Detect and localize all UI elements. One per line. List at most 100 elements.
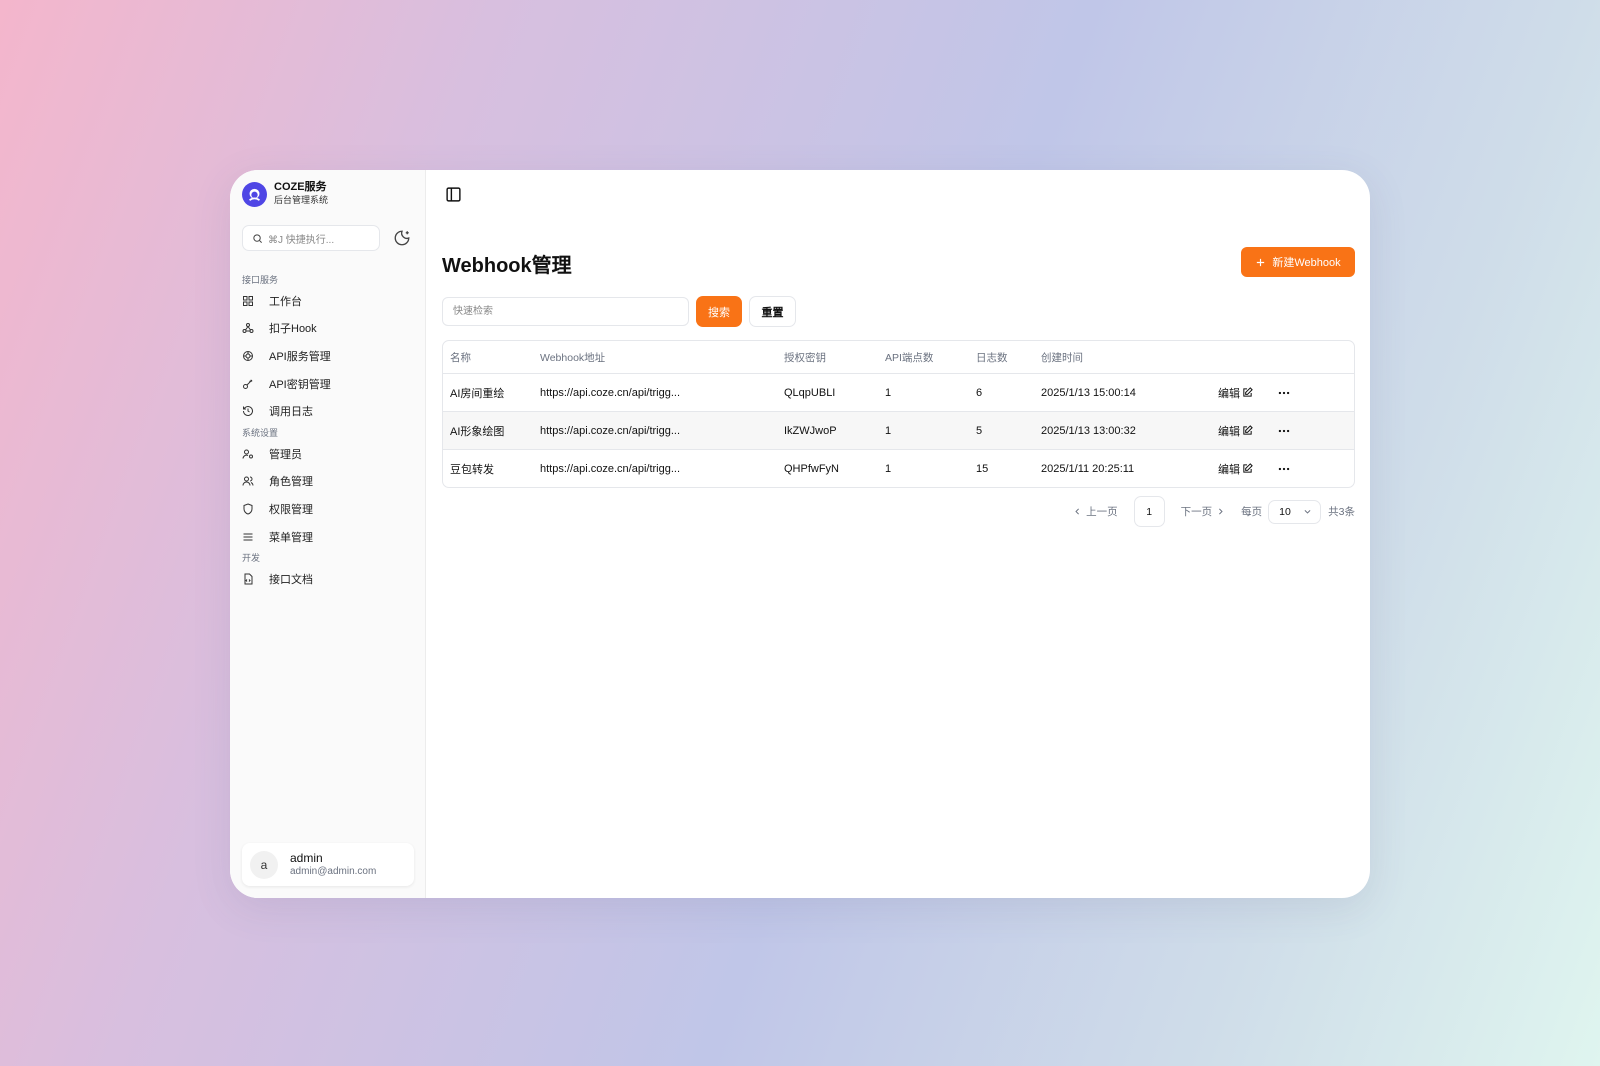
sidebar-item-label: API服务管理 [269, 350, 331, 363]
column-header-logs: 日志数 [976, 351, 1008, 364]
page-title: Webhook管理 [442, 255, 572, 277]
table-header-row: 名称 Webhook地址 授权密钥 API端点数 日志数 创建时间 [443, 341, 1354, 373]
quick-filter-input[interactable] [442, 297, 689, 326]
column-header-url: Webhook地址 [540, 351, 606, 364]
edit-label: 编辑 [1218, 387, 1240, 400]
main-content: Webhook管理 新建Webhook 搜索 重置 名称 Webhook地址 授… [426, 170, 1370, 898]
search-button[interactable]: 搜索 [696, 296, 742, 327]
brand-subtitle: 后台管理系统 [274, 195, 329, 205]
total-count: 共3条 [1328, 506, 1355, 518]
new-webhook-button[interactable]: 新建Webhook [1241, 247, 1355, 277]
dashboard-icon [242, 295, 254, 307]
sidebar-item-permissions[interactable]: 权限管理 [242, 495, 413, 523]
cell-name: AI形象绘图 [450, 425, 505, 438]
user-email: admin@admin.com [290, 865, 377, 877]
filter-bar: 搜索 重置 [442, 296, 796, 327]
sidebar-item-webhook[interactable]: 扣子Hook [242, 315, 413, 343]
sidebar-item-label: 扣子Hook [269, 323, 317, 336]
shield-icon [242, 503, 254, 515]
sidebar-item-roles[interactable]: 角色管理 [242, 468, 413, 496]
menu-icon [242, 531, 254, 543]
webhook-icon [242, 322, 254, 334]
page-size-select[interactable]: 10 [1268, 499, 1322, 524]
more-button[interactable] [1277, 426, 1317, 436]
edit-button[interactable]: 编辑 [1218, 423, 1277, 439]
sidebar-item-api-services[interactable]: API服务管理 [242, 342, 413, 370]
sidebar-item-label: 接口文档 [269, 574, 313, 587]
sidebar-item-label: 工作台 [269, 295, 302, 308]
nav-group-label: 接口服务 [242, 275, 279, 285]
theme-toggle-button[interactable] [392, 228, 412, 248]
cell-url: https://api.coze.cn/api/trigg... [540, 462, 681, 475]
sidebar-item-api-keys[interactable]: API密钥管理 [242, 370, 413, 398]
cell-name: 豆包转发 [450, 463, 494, 476]
chevron-down-icon [1304, 510, 1311, 514]
column-header-key: 授权密钥 [784, 351, 826, 364]
panel-left-icon [445, 186, 461, 202]
pagination: 上一页 1 下一页 每页 10 共3条 [1073, 496, 1355, 527]
more-button[interactable] [1277, 388, 1317, 398]
sidebar-item-dashboard[interactable]: 工作台 [242, 287, 413, 315]
key-icon [242, 378, 254, 390]
edit-icon [1243, 387, 1253, 397]
more-button[interactable] [1277, 464, 1317, 474]
sidebar-item-menus[interactable]: 菜单管理 [242, 523, 413, 551]
cell-key: QLqpUBLI [784, 386, 836, 399]
nav-group-label: 开发 [242, 553, 261, 564]
user-card[interactable]: a admin admin@admin.com [242, 843, 414, 886]
cell-logs: 15 [976, 462, 989, 475]
sidebar: COZE服务 后台管理系统 ⌘J 快捷执行... 接口服务 工作台 扣子Hook… [230, 170, 426, 898]
current-page-button[interactable]: 1 [1133, 496, 1165, 527]
user-cog-icon [242, 448, 254, 460]
brand: COZE服务 后台管理系统 [242, 181, 413, 207]
sidebar-item-label: API密钥管理 [269, 378, 331, 391]
cell-url: https://api.coze.cn/api/trigg... [540, 386, 681, 399]
edit-label: 编辑 [1218, 463, 1240, 476]
edit-button[interactable]: 编辑 [1218, 385, 1277, 401]
cell-created: 2025/1/11 20:25:11 [1041, 462, 1135, 475]
avatar: a [250, 850, 278, 879]
nav-group-label: 系统设置 [242, 427, 279, 438]
more-horizontal-icon [1278, 429, 1290, 432]
history-icon [242, 405, 254, 417]
cell-endpoints: 1 [885, 386, 892, 399]
table-row: 豆包转发 https://api.coze.cn/api/trigg... QH… [443, 449, 1354, 487]
column-header-created: 创建时间 [1041, 351, 1083, 364]
sidebar-item-label: 权限管理 [269, 503, 313, 516]
cell-logs: 5 [976, 424, 983, 437]
sidebar-item-label: 菜单管理 [269, 531, 313, 544]
aperture-icon [242, 350, 254, 362]
edit-icon [1243, 463, 1253, 473]
quick-search-input[interactable]: ⌘J 快捷执行... [242, 225, 380, 251]
webhook-table: 名称 Webhook地址 授权密钥 API端点数 日志数 创建时间 AI房间重绘… [442, 340, 1355, 488]
table-row: AI房间重绘 https://api.coze.cn/api/trigg... … [443, 373, 1354, 411]
reset-button[interactable]: 重置 [749, 296, 796, 327]
sidebar-toggle-button[interactable] [443, 184, 463, 204]
moon-icon [394, 230, 410, 246]
next-page-button[interactable]: 下一页 [1181, 504, 1226, 519]
prev-page-label: 上一页 [1086, 506, 1118, 518]
edit-button[interactable]: 编辑 [1218, 461, 1277, 477]
app-window: COZE服务 后台管理系统 ⌘J 快捷执行... 接口服务 工作台 扣子Hook… [230, 170, 1370, 898]
edit-icon [1243, 425, 1253, 435]
sidebar-item-label: 管理员 [269, 448, 302, 461]
cell-name: AI房间重绘 [450, 387, 505, 400]
sidebar-item-admins[interactable]: 管理员 [242, 440, 413, 468]
chevron-left-icon [1075, 508, 1080, 515]
file-code-icon [242, 573, 254, 585]
column-header-endpoints: API端点数 [885, 351, 934, 364]
cell-endpoints: 1 [885, 424, 892, 437]
sidebar-item-api-docs[interactable]: 接口文档 [242, 565, 413, 593]
sidebar-item-label: 角色管理 [269, 476, 313, 489]
cell-url: https://api.coze.cn/api/trigg... [540, 424, 681, 437]
new-webhook-label: 新建Webhook [1272, 257, 1341, 269]
page-size-value: 10 [1279, 505, 1291, 518]
prev-page-button[interactable]: 上一页 [1073, 504, 1118, 519]
cell-created: 2025/1/13 15:00:14 [1041, 386, 1136, 399]
quick-search-placeholder: ⌘J 快捷执行... [268, 234, 335, 246]
sidebar-item-logs[interactable]: 调用日志 [242, 397, 413, 425]
column-header-name: 名称 [450, 351, 471, 364]
more-horizontal-icon [1278, 467, 1290, 470]
brand-logo-icon [242, 181, 267, 207]
next-page-label: 下一页 [1180, 506, 1213, 518]
